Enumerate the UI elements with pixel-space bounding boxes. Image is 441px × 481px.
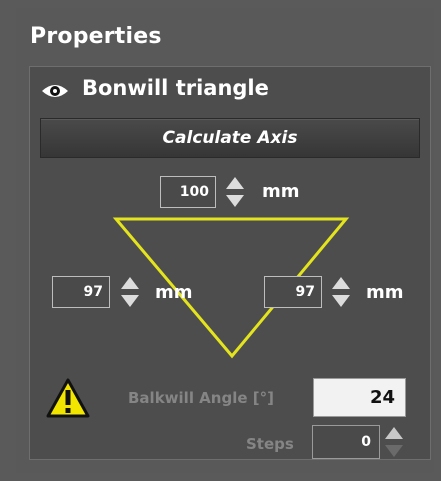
eye-icon[interactable] [40, 82, 70, 100]
right-length-spinner[interactable] [331, 275, 351, 309]
steps-spinner[interactable] [384, 425, 404, 459]
arrow-up-icon [226, 177, 244, 189]
balkwill-angle-label: Balkwill Angle [°] [128, 389, 274, 407]
steps-label: Steps [246, 435, 294, 453]
balkwill-angle-field[interactable]: 24 [313, 378, 406, 417]
right-length-unit: mm [366, 282, 404, 303]
left-length-unit: mm [155, 282, 193, 303]
arrow-up-icon [332, 277, 350, 289]
top-length-input[interactable]: 100 [160, 176, 216, 208]
calculate-axis-button[interactable]: Calculate Axis [40, 118, 420, 158]
arrow-up-icon [121, 277, 139, 289]
steps-input[interactable]: 0 [312, 425, 380, 459]
top-length-unit: mm [262, 181, 300, 202]
group-title: Bonwill triangle [82, 76, 269, 100]
arrow-down-icon [332, 295, 350, 307]
top-length-spinner[interactable] [225, 175, 245, 209]
left-length-spinner[interactable] [120, 275, 140, 309]
arrow-up-icon [385, 427, 403, 439]
warning-icon [46, 378, 90, 418]
arrow-down-icon [121, 295, 139, 307]
panel-title: Properties [30, 24, 162, 49]
right-length-input[interactable]: 97 [264, 276, 322, 308]
arrow-down-icon [226, 195, 244, 207]
left-length-input[interactable]: 97 [52, 276, 110, 308]
arrow-down-icon [385, 445, 403, 457]
